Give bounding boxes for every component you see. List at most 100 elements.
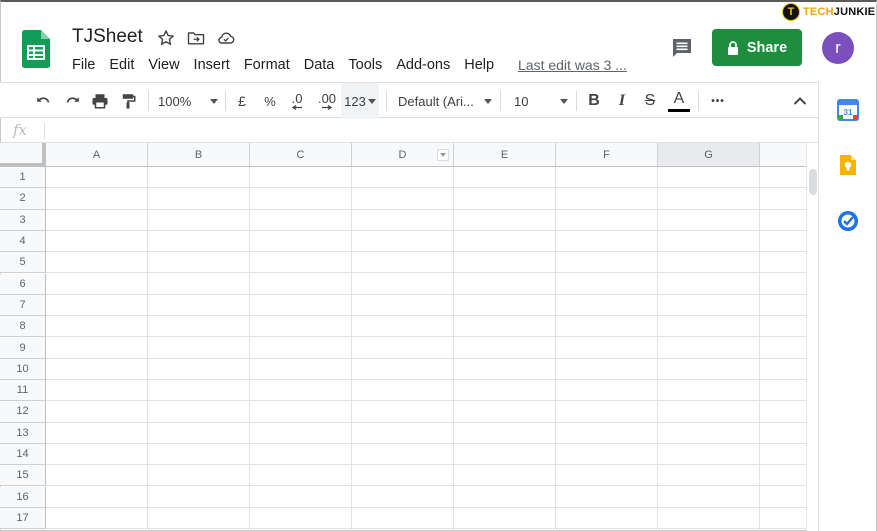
vertical-scrollbar[interactable]: [806, 143, 818, 531]
table-row[interactable]: [46, 295, 808, 317]
row-header-12[interactable]: 12: [0, 401, 46, 423]
spreadsheet-grid[interactable]: A B C D E F G 1 2 3 4 5 6 7 8 9 10 11 12 13 14 15 16 17: [0, 143, 808, 531]
undo-button[interactable]: [32, 83, 56, 119]
star-icon[interactable]: [156, 28, 176, 48]
select-all-corner[interactable]: [0, 143, 46, 167]
menu-data[interactable]: Data: [304, 56, 335, 74]
row-header-4[interactable]: 4: [0, 230, 46, 253]
row-header-16[interactable]: 16: [0, 486, 46, 508]
column-header-f[interactable]: F: [556, 143, 658, 167]
row-header-1[interactable]: 1: [0, 167, 46, 189]
menu-file[interactable]: File: [72, 56, 95, 74]
table-row[interactable]: [46, 210, 808, 231]
column-header-b[interactable]: B: [148, 143, 250, 167]
table-row[interactable]: [46, 423, 808, 444]
print-button[interactable]: [88, 83, 112, 119]
comment-icon[interactable]: [670, 36, 694, 60]
row-header-8[interactable]: 8: [0, 316, 46, 338]
row-header-9[interactable]: 9: [0, 337, 46, 359]
more-formats-button[interactable]: 123: [341, 83, 379, 119]
row-header-3[interactable]: 3: [0, 209, 46, 231]
table-row[interactable]: [46, 487, 808, 508]
chevron-down-icon: [210, 98, 218, 104]
percent-format-button[interactable]: %: [260, 83, 280, 119]
scrollbar-thumb[interactable]: [809, 169, 817, 195]
keep-icon[interactable]: [837, 154, 859, 176]
row-header-6[interactable]: 6: [0, 273, 46, 295]
strikethrough-button[interactable]: S: [640, 83, 660, 119]
column-header-c[interactable]: C: [250, 143, 352, 167]
table-row[interactable]: [46, 167, 808, 189]
watermark-tech: TECH: [803, 6, 834, 18]
menu-help[interactable]: Help: [464, 56, 494, 74]
row-header-14[interactable]: 14: [0, 443, 46, 466]
more-label: •••: [711, 95, 725, 107]
formula-bar[interactable]: fx: [0, 119, 818, 143]
watermark-badge: T: [782, 3, 800, 21]
table-row[interactable]: [46, 444, 808, 466]
table-row[interactable]: [46, 252, 808, 274]
table-row[interactable]: [46, 188, 808, 210]
chevron-down-icon: [484, 98, 492, 104]
fx-icon: fx: [13, 121, 28, 139]
tasks-icon[interactable]: [837, 210, 859, 232]
column-header-d[interactable]: D: [352, 143, 454, 167]
side-panel: 31: [818, 82, 876, 531]
table-row[interactable]: [46, 401, 808, 423]
move-folder-icon[interactable]: [186, 28, 206, 48]
row-header-2[interactable]: 2: [0, 188, 46, 210]
calendar-icon[interactable]: 31: [837, 99, 859, 121]
arrow-right-icon: [322, 105, 333, 110]
italic-button[interactable]: I: [612, 83, 632, 119]
collapse-toolbar-button[interactable]: [788, 83, 812, 119]
decrease-decimal-label: .0: [291, 91, 303, 106]
table-row[interactable]: [46, 508, 808, 530]
table-row[interactable]: [46, 231, 808, 253]
percent-label: %: [264, 93, 276, 109]
zoom-select[interactable]: 100%: [158, 83, 218, 119]
row-header-13[interactable]: 13: [0, 422, 46, 444]
header: TJSheet File Edit View Insert Format Dat…: [0, 2, 877, 80]
last-edit-link[interactable]: Last edit was 3 ...: [518, 56, 627, 74]
row-header-11[interactable]: 11: [0, 380, 46, 402]
column-header-overflow[interactable]: [760, 143, 808, 167]
column-header-g[interactable]: G: [658, 143, 760, 167]
menu-insert[interactable]: Insert: [194, 56, 230, 74]
share-button[interactable]: Share: [712, 29, 802, 66]
menu-format[interactable]: Format: [244, 56, 290, 74]
menu-tools[interactable]: Tools: [348, 56, 382, 74]
toolbar-separator: [148, 91, 149, 111]
table-row[interactable]: [46, 337, 808, 359]
redo-button[interactable]: [60, 83, 84, 119]
menu-add-ons[interactable]: Add-ons: [396, 56, 450, 74]
row-header-5[interactable]: 5: [0, 252, 46, 274]
menu-edit[interactable]: Edit: [109, 56, 134, 74]
column-header-e[interactable]: E: [454, 143, 556, 167]
decrease-decimal-button[interactable]: .0: [286, 83, 308, 119]
table-row[interactable]: [46, 359, 808, 380]
column-header-a[interactable]: A: [46, 143, 148, 167]
row-header-17[interactable]: 17: [0, 507, 46, 530]
cloud-saved-icon[interactable]: [216, 28, 236, 48]
row-header-15[interactable]: 15: [0, 465, 46, 487]
more-button[interactable]: •••: [706, 83, 730, 119]
increase-decimal-button[interactable]: .00: [314, 83, 340, 119]
table-row[interactable]: [46, 274, 808, 295]
table-row[interactable]: [46, 316, 808, 338]
sheets-logo-icon[interactable]: [22, 30, 50, 68]
table-row[interactable]: [46, 380, 808, 402]
row-header-10[interactable]: 10: [0, 358, 46, 380]
text-color-button[interactable]: A: [667, 83, 691, 119]
currency-format-button[interactable]: £: [232, 83, 252, 119]
filter-dropdown-icon[interactable]: [437, 149, 449, 161]
document-title[interactable]: TJSheet: [72, 26, 143, 48]
menu-view[interactable]: View: [148, 56, 179, 74]
row-header-7[interactable]: 7: [0, 294, 46, 317]
font-size-select[interactable]: 10: [514, 83, 568, 119]
print-icon: [92, 94, 108, 109]
bold-button[interactable]: B: [584, 83, 604, 119]
table-row[interactable]: [46, 465, 808, 487]
paint-format-button[interactable]: [116, 83, 140, 119]
account-avatar[interactable]: r: [822, 32, 854, 64]
font-select[interactable]: Default (Ari...: [398, 83, 492, 119]
